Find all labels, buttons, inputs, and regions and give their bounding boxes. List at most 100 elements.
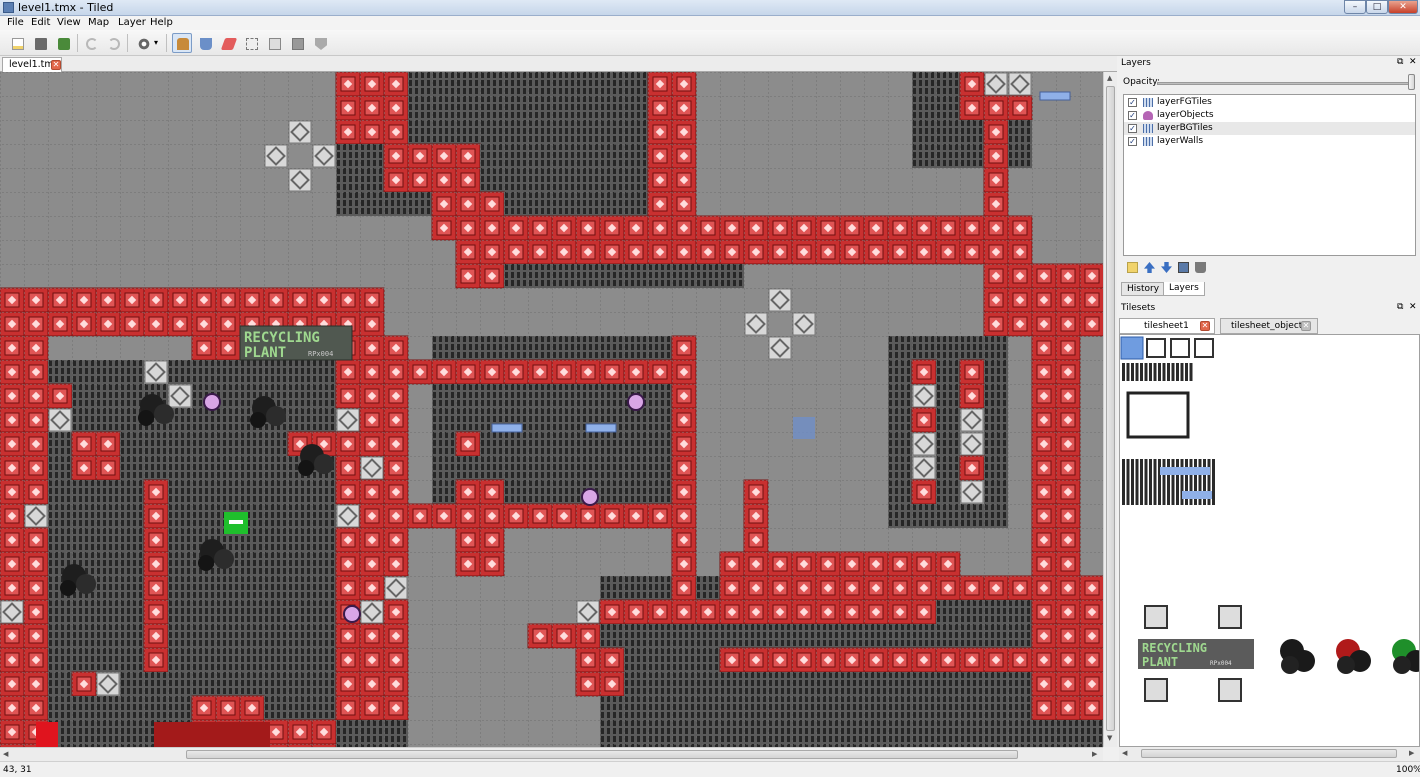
tile-map[interactable]: RECYCLINGPLANT RPx004 xyxy=(0,72,1103,747)
tileset-image[interactable]: RECYCLINGPLANT RPx004 xyxy=(1120,335,1419,746)
tileset-dark-block xyxy=(1135,459,1139,505)
undo-button[interactable] xyxy=(81,33,101,53)
stamp-brush-button[interactable] xyxy=(172,33,192,53)
menu-edit[interactable]: Edit xyxy=(31,17,50,28)
tab-label: tilesheet_objects xyxy=(1231,321,1307,331)
open-button[interactable] xyxy=(30,33,50,53)
tileset-dark-strip xyxy=(1131,363,1134,381)
undo-icon xyxy=(86,38,98,50)
tileset-tile xyxy=(1194,338,1214,358)
bucket-fill-button[interactable] xyxy=(195,33,215,53)
menu-layer[interactable]: Layer xyxy=(118,17,146,28)
select-objects-button[interactable] xyxy=(264,33,284,53)
new-layer-icon[interactable] xyxy=(1127,262,1138,273)
opacity-slider-handle[interactable] xyxy=(1408,74,1415,90)
tab-tilesheet-objects[interactable]: tilesheet_objects ✕ xyxy=(1220,318,1318,334)
stamp-icon xyxy=(177,38,189,50)
close-panel-icon[interactable]: ✕ xyxy=(1409,302,1417,312)
menu-file[interactable]: File xyxy=(7,17,24,28)
tileset-dark-strip xyxy=(1162,363,1166,381)
tab-layers[interactable]: Layers xyxy=(1163,282,1205,296)
layer-visibility-checkbox[interactable]: ✓ xyxy=(1128,137,1137,146)
tileset-block-tile xyxy=(1144,678,1168,702)
duplicate-layer-icon[interactable] xyxy=(1178,262,1189,273)
enemy-sprite xyxy=(343,605,361,623)
vertical-scroll-thumb[interactable] xyxy=(1106,86,1115,731)
layer-visibility-checkbox[interactable]: ✓ xyxy=(1128,98,1137,107)
tileset-block-tile xyxy=(1218,678,1242,702)
layer-visibility-checkbox[interactable]: ✓ xyxy=(1128,124,1137,133)
map-canvas[interactable]: RECYCLING PLANT RPx004 xyxy=(0,72,1103,747)
tileset-view[interactable]: RECYCLING PLANT RPx004 xyxy=(1119,334,1420,747)
tileset-sign-line1: RECYCLING xyxy=(1142,641,1207,655)
tileset-dark-block xyxy=(1126,459,1130,505)
scroll-right-icon[interactable]: ▶ xyxy=(1092,750,1097,758)
enemy-sprite xyxy=(203,393,221,411)
insert-polygon-button[interactable] xyxy=(310,33,330,53)
scroll-down-icon[interactable]: ▼ xyxy=(1107,734,1112,742)
save-button[interactable] xyxy=(53,33,73,53)
float-panel-icon[interactable]: ⧉ xyxy=(1397,302,1403,312)
window-title: level1.tmx - Tiled xyxy=(18,1,114,14)
layer-row-walls[interactable]: ✓ layerWalls xyxy=(1124,135,1415,148)
eraser-button[interactable] xyxy=(218,33,238,53)
rect-select-button[interactable] xyxy=(241,33,261,53)
zoom-level: 100% xyxy=(1396,765,1420,775)
scroll-left-icon[interactable]: ◀ xyxy=(3,750,8,758)
tileset-dark-block xyxy=(1167,459,1170,505)
layer-name: layerWalls xyxy=(1157,136,1204,146)
tab-history[interactable]: History xyxy=(1121,282,1166,296)
tileset-dark-block xyxy=(1149,459,1152,505)
close-button[interactable]: ✕ xyxy=(1388,0,1418,14)
float-panel-icon[interactable]: ⧉ xyxy=(1397,57,1403,67)
layer-row-objects[interactable]: ✓ layerObjects xyxy=(1124,109,1415,122)
scroll-left-icon[interactable]: ◀ xyxy=(1122,749,1127,757)
tileset-dark-strip xyxy=(1122,363,1125,381)
tileset-dark-strip xyxy=(1176,363,1179,381)
tileset-dark-strip xyxy=(1189,363,1193,381)
menu-view[interactable]: View xyxy=(57,17,81,28)
horizontal-scroll-thumb[interactable] xyxy=(1141,749,1397,758)
tilesets-panel-title: Tilesets xyxy=(1121,303,1156,313)
delete-layer-icon[interactable] xyxy=(1195,262,1206,273)
close-icon[interactable]: ✕ xyxy=(1301,321,1311,331)
tab-tilesheet1[interactable]: tilesheet1 ✕ xyxy=(1119,318,1215,334)
close-icon[interactable]: ✕ xyxy=(51,60,61,70)
layer-visibility-checkbox[interactable]: ✓ xyxy=(1128,111,1137,120)
opacity-slider[interactable] xyxy=(1157,82,1412,85)
tileset-dark-block xyxy=(1171,459,1175,505)
tileset-dark-strip xyxy=(1144,363,1148,381)
new-document-icon xyxy=(12,38,24,50)
tileset-horizontal-scrollbar[interactable]: ◀ ▶ xyxy=(1119,747,1420,761)
menu-map[interactable]: Map xyxy=(88,17,109,28)
raise-layer-icon[interactable] xyxy=(1144,262,1155,273)
tileset-fish-tile xyxy=(1160,467,1210,475)
menu-help[interactable]: Help xyxy=(150,17,173,28)
close-panel-icon[interactable]: ✕ xyxy=(1409,57,1417,67)
horizontal-scroll-thumb[interactable] xyxy=(186,750,1018,759)
scroll-up-icon[interactable]: ▲ xyxy=(1107,74,1112,82)
map-horizontal-scrollbar[interactable]: ◀ ▶ xyxy=(0,747,1103,761)
save-icon xyxy=(58,38,70,50)
tilesets-panel-header: Tilesets ⧉ ✕ xyxy=(1119,302,1420,315)
minimize-button[interactable]: – xyxy=(1344,0,1366,14)
status-bar: 43, 31 100% xyxy=(0,761,1420,777)
insert-object-button[interactable] xyxy=(287,33,307,53)
tileset-dark-strip xyxy=(1180,363,1184,381)
sign-text-line1: RECYCLING xyxy=(244,330,320,346)
tileset-dark-block xyxy=(1212,459,1215,505)
close-icon[interactable]: ✕ xyxy=(1200,321,1210,331)
map-vertical-scrollbar[interactable]: ▲ ▼ xyxy=(1103,72,1117,747)
lower-layer-icon[interactable] xyxy=(1161,262,1172,273)
tileset-dark-block xyxy=(1122,459,1125,505)
new-map-button[interactable] xyxy=(7,33,27,53)
scroll-right-icon[interactable]: ▶ xyxy=(1409,749,1414,757)
tab-level1[interactable]: level1.tmx ✕ xyxy=(2,57,62,72)
redo-button[interactable] xyxy=(103,33,123,53)
eraser-icon xyxy=(220,38,238,50)
tile-layer-icon xyxy=(1143,124,1153,133)
layer-row-bgtiles[interactable]: ✓ layerBGTiles xyxy=(1124,122,1415,135)
layer-row-fgtiles[interactable]: ✓ layerFGTiles xyxy=(1124,96,1415,109)
commands-button[interactable]: ▾ xyxy=(133,33,161,53)
maximize-button[interactable]: □ xyxy=(1366,0,1388,14)
